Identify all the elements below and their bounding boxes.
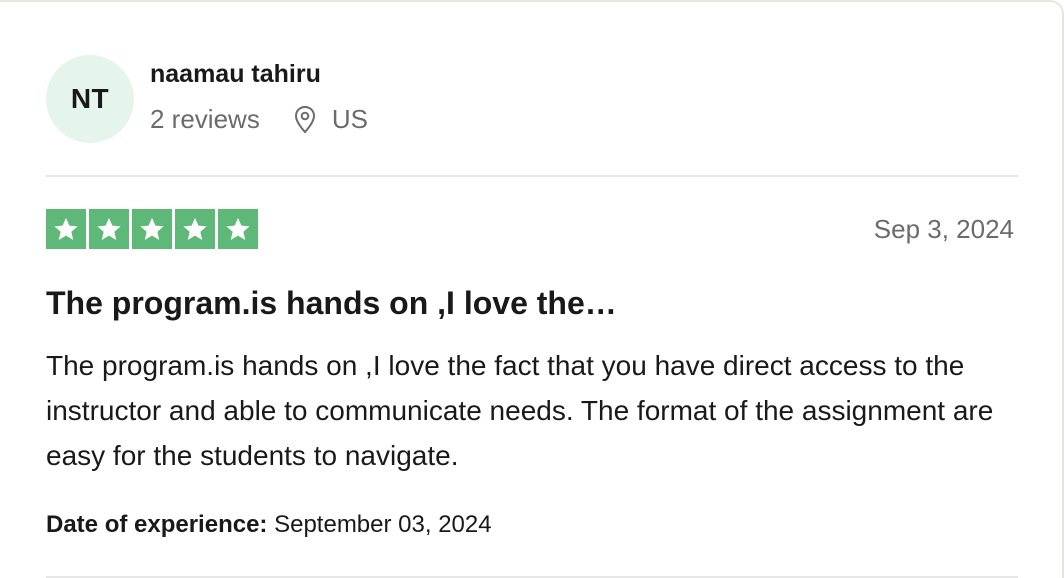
review-card: NT naamau tahiru 2 reviews US Sep 3, 202… [0,0,1064,578]
review-body: The program.is hands on ,I love the fact… [46,350,994,471]
location-label: US [331,104,368,134]
avatar-initials: NT [70,83,110,114]
star-rating-box [89,209,129,249]
star-rating-box [132,209,172,249]
star-rating [46,209,258,249]
star-icon [226,217,250,240]
consumer-location: US [292,104,368,135]
experience-date: September 03, 2024 [274,511,492,538]
experience-label: Date of experience: [46,511,268,538]
location-pin-icon [294,105,315,133]
date-of-experience: Date of experience: September 03, 2024 [46,511,492,539]
consumer-meta: 2 reviews US [150,104,368,135]
star-icon [97,217,121,240]
star-icon [183,217,207,240]
star-rating-box [175,209,215,249]
divider [46,175,1018,177]
reviews-count: 2 reviews [150,104,260,134]
avatar[interactable]: NT [46,55,134,143]
review-date: Sep 3, 2024 [873,214,1014,244]
star-icon [140,217,164,240]
review-title[interactable]: The program.is hands on ,I love the… [46,285,617,322]
consumer-name[interactable]: naamau tahiru [150,60,321,89]
star-rating-box [218,209,258,249]
star-rating-box [46,209,86,249]
star-icon [54,217,78,240]
